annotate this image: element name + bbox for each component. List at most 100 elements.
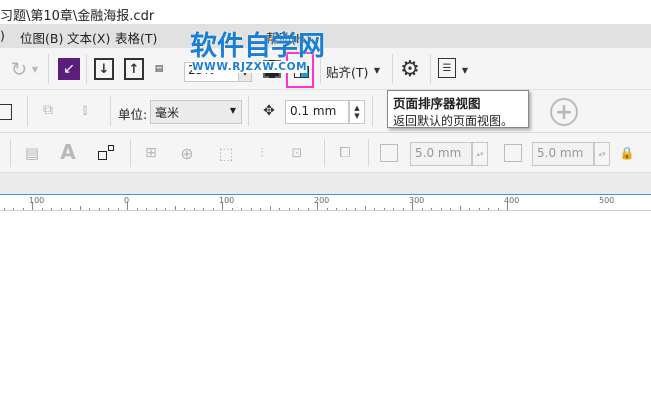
lock-icon[interactable]: 🔒: [620, 145, 635, 161]
menu-item-partial[interactable]: ): [0, 28, 5, 43]
ruler-tick: [79, 206, 81, 210]
ruler-tick: [279, 208, 280, 210]
ruler-tick: [393, 208, 394, 210]
ruler-tick: [60, 208, 62, 210]
zoom-dropdown-icon[interactable]: ▼: [238, 62, 252, 82]
ruler-tick: [98, 208, 100, 210]
standard-toolbar: ↻ ▼ ↙ ↓ ↑ ▤ 25% ▼ 贴齐(T) ▼ ⚙ ☰ ▼: [0, 48, 651, 90]
ruler-tick: [250, 208, 252, 210]
ruler-tick: [336, 208, 337, 210]
ruler-tick: [459, 206, 461, 210]
snap-dropdown-icon[interactable]: ▼: [372, 62, 382, 78]
nudge-distance-icon: ✥: [263, 103, 275, 119]
document-tab-strip: [0, 173, 651, 194]
import-file-icon[interactable]: ↓: [94, 58, 114, 80]
duplicate-distance-x-input[interactable]: 5.0 mm: [410, 142, 472, 166]
application-launcher-icon[interactable]: ☰: [438, 58, 456, 78]
ruler-tick: [497, 208, 499, 210]
snap-center-icon[interactable]: ⊕: [176, 143, 198, 163]
all-pages-icon[interactable]: ⧉: [38, 100, 58, 120]
duplicate-y-icon: [504, 144, 522, 162]
tooltip: 页面排序器视图 返回默认的页面视图。: [387, 90, 529, 128]
menu-item-text[interactable]: 文本(X): [67, 28, 110, 47]
ruler-tick: [431, 208, 432, 210]
artistic-text-icon[interactable]: A: [58, 140, 78, 164]
options-gear-icon[interactable]: ⚙: [398, 57, 422, 82]
units-select[interactable]: 毫米 ▼: [150, 100, 242, 124]
duplicate-x-icon: [380, 144, 398, 162]
menu-item-help[interactable]: 帮助(H): [266, 28, 310, 47]
ruler-tick: [440, 208, 442, 210]
full-screen-preview-icon[interactable]: [263, 60, 281, 78]
ruler-label: 0: [124, 196, 130, 205]
duplicate-x-spinner[interactable]: ▴▾: [472, 142, 488, 166]
ruler-tick: [184, 208, 185, 210]
ruler-tick: [193, 208, 195, 210]
ruler-tick: [478, 208, 480, 210]
ruler-tick: [70, 208, 71, 210]
zoom-level-field[interactable]: 25%: [184, 62, 240, 82]
ruler-tick: [51, 208, 52, 210]
ruler-label: 400: [504, 196, 520, 205]
page-sorter-view-button[interactable]: [286, 52, 314, 88]
export-file-icon[interactable]: ↑: [124, 58, 144, 80]
launcher-dropdown-icon[interactable]: ▼: [460, 62, 470, 78]
page-orientation-icon[interactable]: [0, 104, 12, 120]
ruler-label: 200: [314, 196, 330, 205]
units-label: 单位:: [118, 107, 148, 122]
ruler-tick: [136, 208, 138, 210]
toolbox-properties-bar: ▤ A ⊞ ⊕ ⬚ ⫶ ⊡ ⧠ 5.0 mm ▴▾ 5.0 mm ▴▾ 🔒: [0, 133, 651, 173]
ruler-tick: [374, 208, 375, 210]
horizontal-ruler[interactable]: 100 0 100 200 300 400 500: [0, 194, 651, 211]
nudge-distance-input[interactable]: 0.1 mm: [285, 100, 349, 124]
ruler-tick: [402, 208, 404, 210]
property-bar: ⧉ ⫾ 单位: 毫米 ▼ ✥ 0.1 mm ▲ ▼ +: [0, 90, 651, 133]
ruler-tick: [41, 208, 43, 210]
ruler-tick: [3, 208, 5, 210]
ruler-tick: [22, 208, 24, 210]
align-center-icon[interactable]: ⫶: [251, 143, 273, 163]
ruler-tick: [326, 208, 328, 210]
publish-pdf-icon[interactable]: ▤: [152, 58, 166, 80]
ruler-label: 100: [219, 196, 235, 205]
menu-item-table[interactable]: 表格(T): [115, 28, 157, 47]
dimension-icon[interactable]: [98, 151, 107, 160]
ruler-tick: [383, 208, 385, 210]
snap-bbox-icon[interactable]: ⬚: [215, 143, 237, 163]
redo-icon[interactable]: ↻: [8, 57, 30, 81]
dimension-icon-corner: [108, 145, 114, 151]
ruler-tick: [155, 208, 157, 210]
import-icon[interactable]: ↙: [58, 58, 80, 80]
ruler-tick: [364, 206, 366, 210]
duplicate-distance-y-input[interactable]: 5.0 mm: [532, 142, 594, 166]
tooltip-description: 返回默认的页面视图。: [393, 114, 514, 128]
duplicate-y-spinner[interactable]: ▴▾: [594, 142, 610, 166]
menu-item-bitmap[interactable]: 位图(B): [20, 28, 63, 47]
ruler-tick: [13, 208, 14, 210]
ruler-tick: [117, 208, 119, 210]
add-icon[interactable]: +: [550, 98, 578, 126]
current-page-icon[interactable]: ⫾: [75, 100, 95, 120]
scale-icon[interactable]: ⊡: [286, 143, 308, 163]
duplicate-icon[interactable]: ⧠: [334, 143, 356, 163]
chevron-down-icon: ▼: [229, 106, 236, 115]
ruler-label: 100: [29, 196, 45, 205]
ruler-tick: [146, 208, 147, 210]
snap-to-menu[interactable]: 贴齐(T): [326, 62, 368, 81]
ruler-tick: [450, 208, 451, 210]
ruler-tick: [260, 208, 261, 210]
ruler-tick: [421, 208, 423, 210]
ruler-tick: [307, 208, 309, 210]
redo-dropdown-icon[interactable]: ▼: [30, 60, 40, 78]
snap-points-icon[interactable]: ⊞: [140, 143, 162, 163]
ruler-tick: [488, 208, 489, 210]
ruler-tick: [231, 208, 233, 210]
nudge-spinner[interactable]: ▲ ▼: [349, 100, 365, 124]
drawing-canvas[interactable]: [0, 211, 651, 417]
ruler-tick: [174, 206, 176, 210]
ruler-tick: [269, 206, 271, 210]
window-title: 习题\第10章\金融海报.cdr: [0, 0, 651, 24]
page-sorter-icon: [300, 66, 309, 78]
ruler-tick: [89, 208, 90, 210]
paragraph-text-icon[interactable]: ▤: [22, 143, 42, 163]
